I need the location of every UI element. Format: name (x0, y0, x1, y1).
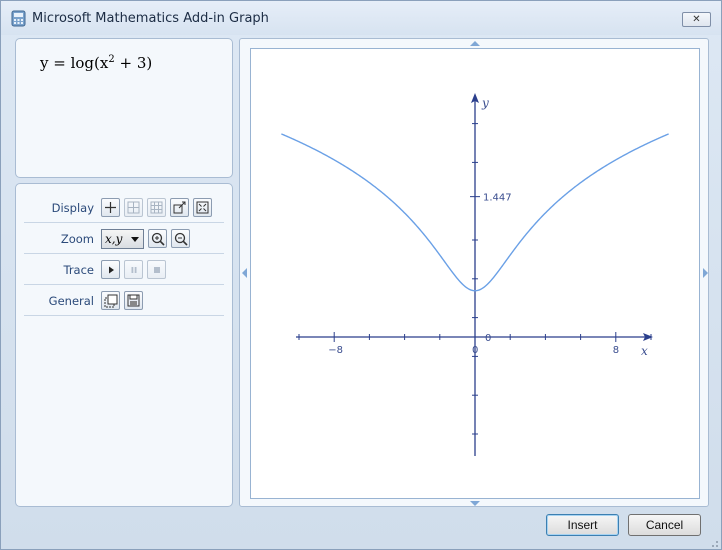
close-icon: ✕ (692, 14, 701, 25)
trace-row: Trace (24, 255, 224, 285)
pan-left-icon[interactable] (242, 268, 247, 278)
origin-label: 0 (472, 345, 478, 356)
x-tick-label-zero: 0 (485, 333, 491, 344)
general-row: General (24, 286, 224, 316)
display-row: Display (24, 193, 224, 223)
fit-view-icon (196, 201, 209, 214)
zoom-in-button[interactable] (148, 229, 167, 248)
zoom-in-icon (151, 232, 165, 246)
grid-button[interactable] (124, 198, 143, 217)
zoom-axis-select[interactable]: x,y (101, 229, 144, 249)
function-plot[interactable]: −8 8 00 1.447 x y (251, 49, 699, 498)
copy-graph-button[interactable] (101, 291, 120, 310)
grid-icon (127, 201, 140, 214)
play-icon (108, 266, 114, 273)
insert-button[interactable]: Insert (546, 514, 619, 536)
graph-panel: −8 8 0 0 1.447 x y (239, 38, 709, 507)
trace-stop-button[interactable] (147, 260, 166, 279)
equation-display: y = log(x2 + 3) (40, 54, 152, 72)
stop-icon (153, 266, 160, 273)
zoom-label: Zoom (60, 232, 94, 246)
x-axis-label: x (641, 344, 648, 358)
save-graph-button[interactable] (124, 291, 143, 310)
zoom-out-button[interactable] (171, 229, 190, 248)
trace-play-button[interactable] (101, 260, 120, 279)
equation-rest: + 3) (114, 54, 153, 72)
proportional-icon (173, 201, 186, 214)
window-title: Microsoft Mathematics Add-in Graph (32, 11, 269, 26)
pan-down-icon[interactable] (470, 501, 480, 506)
x-tick-label-8: 8 (613, 345, 619, 356)
x-tick-label-neg8: −8 (328, 345, 343, 356)
app-icon (11, 10, 26, 27)
zoom-out-icon (174, 232, 188, 246)
copy-graph-icon (104, 294, 117, 307)
display-label: Display (51, 201, 94, 215)
pan-right-icon[interactable] (703, 268, 708, 278)
fine-grid-button[interactable] (147, 198, 166, 217)
save-icon (127, 294, 140, 307)
trace-pause-button[interactable] (124, 260, 143, 279)
y-tick-label: 1.447 (483, 193, 512, 204)
fine-grid-icon (150, 201, 163, 214)
fit-view-button[interactable] (193, 198, 212, 217)
resize-grip-icon[interactable] (707, 536, 719, 548)
zoom-axis-value: x,y (105, 232, 123, 246)
title-bar: Microsoft Mathematics Add-in Graph ✕ (1, 1, 721, 35)
zoom-row: Zoom x,y (24, 224, 224, 254)
general-label: General (48, 294, 94, 308)
trace-label: Trace (63, 263, 94, 277)
proportional-button[interactable] (170, 198, 189, 217)
pause-icon (131, 266, 136, 273)
close-button[interactable]: ✕ (682, 12, 711, 27)
graph-canvas[interactable]: −8 8 0 0 1.447 x y (250, 48, 700, 499)
y-axis-label: y (481, 96, 489, 110)
chevron-down-icon (131, 237, 139, 242)
axes-icon (105, 202, 116, 213)
equation-panel: y = log(x2 + 3) (15, 38, 233, 178)
axes-button[interactable] (101, 198, 120, 217)
cancel-button[interactable]: Cancel (628, 514, 701, 536)
pan-up-icon[interactable] (470, 41, 480, 46)
equation-func: log(x (70, 54, 109, 72)
equation-equals: = (48, 54, 71, 72)
controls-panel: Display Zoom x,y Trace General (15, 183, 233, 507)
graph-dialog: Microsoft Mathematics Add-in Graph ✕ y =… (0, 0, 722, 550)
